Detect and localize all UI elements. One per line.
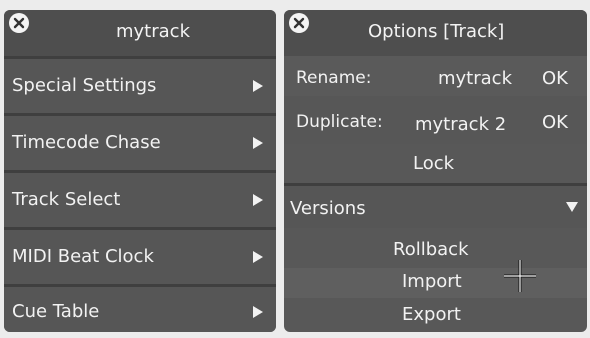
options-title: Options [Track] <box>368 21 505 42</box>
track-menu-titlebar: mytrack <box>4 10 276 56</box>
menu-item-timecode-chase[interactable]: Timecode Chase <box>4 116 276 170</box>
import-button[interactable]: Import <box>402 271 462 292</box>
menu-item-special-settings[interactable]: Special Settings <box>4 59 276 113</box>
close-icon[interactable] <box>9 13 29 33</box>
menu-item-label: Cue Table <box>12 301 100 322</box>
rollback-button[interactable]: Rollback <box>393 239 469 260</box>
submenu-arrow-icon <box>253 194 263 206</box>
menu-item-label: Special Settings <box>12 75 157 96</box>
duplicate-ok-button[interactable]: OK <box>542 112 568 133</box>
submenu-arrow-icon <box>253 137 263 149</box>
track-menu-title: mytrack <box>116 21 190 42</box>
menu-item-label: Track Select <box>12 189 121 210</box>
versions-label: Versions <box>290 198 366 219</box>
menu-item-label: MIDI Beat Clock <box>12 246 154 267</box>
menu-item-cue-table[interactable]: Cue Table <box>4 287 276 332</box>
menu-item-midi-beat-clock[interactable]: MIDI Beat Clock <box>4 230 276 284</box>
lock-button[interactable]: Lock <box>413 153 454 174</box>
rename-field[interactable]: mytrack <box>438 68 512 89</box>
menu-item-label: Timecode Chase <box>12 132 161 153</box>
rename-label: Rename: <box>296 68 372 88</box>
options-panel: Options [Track] Rename: mytrack OK Dupli… <box>284 10 587 332</box>
submenu-arrow-icon <box>253 80 263 92</box>
options-titlebar: Options [Track] <box>284 10 587 56</box>
crosshair-cursor-icon <box>504 260 536 292</box>
triangle-down-icon[interactable] <box>565 201 579 213</box>
duplicate-label: Duplicate: <box>296 112 383 132</box>
track-menu-panel: mytrack Special Settings Timecode Chase … <box>4 10 276 332</box>
submenu-arrow-icon <box>253 306 263 318</box>
duplicate-field[interactable]: mytrack 2 <box>415 114 506 135</box>
rename-ok-button[interactable]: OK <box>542 68 568 89</box>
submenu-arrow-icon <box>253 251 263 263</box>
close-icon[interactable] <box>289 13 309 33</box>
menu-item-track-select[interactable]: Track Select <box>4 173 276 227</box>
export-button[interactable]: Export <box>402 304 461 325</box>
